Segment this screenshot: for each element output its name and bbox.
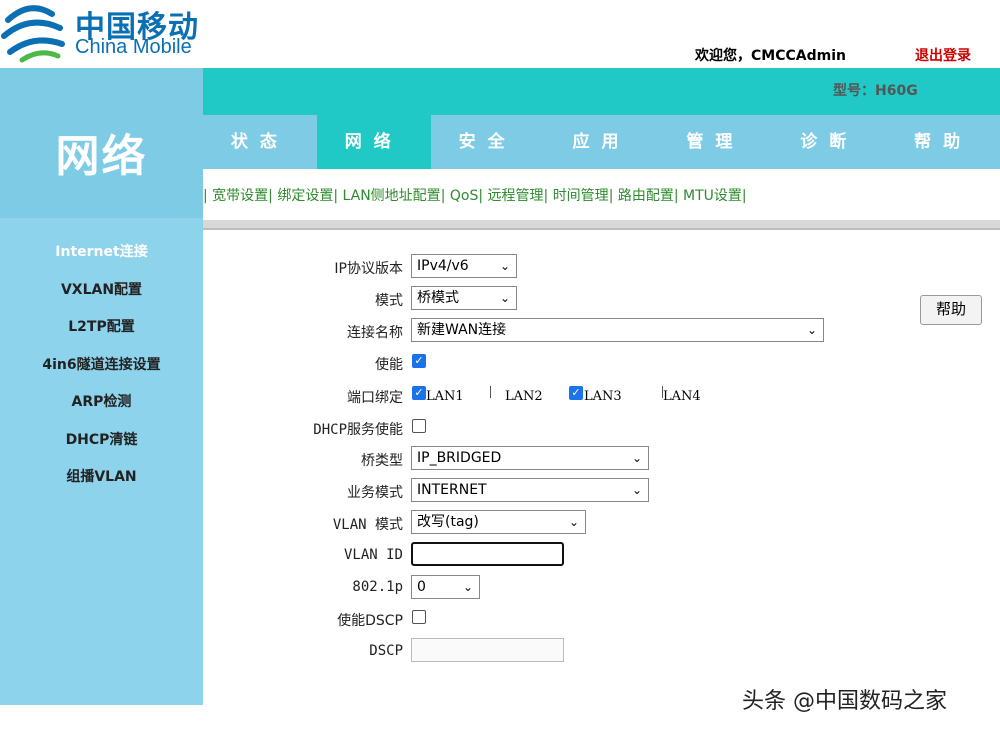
chevron-down-icon: ⌄ xyxy=(631,451,642,465)
tab-network[interactable]: 网络 xyxy=(316,115,431,169)
tab-diagnosis[interactable]: 诊断 xyxy=(772,115,886,169)
watermark: 头条 @中国数码之家 xyxy=(742,689,947,714)
subnav-broadband[interactable]: 宽带设置 xyxy=(212,188,268,204)
section-title: 网络 xyxy=(55,131,148,182)
welcome-text: 欢迎您，CMCCAdmin xyxy=(695,48,846,64)
mode-value: 桥模式 xyxy=(417,290,459,306)
subnav-route-config[interactable]: 路由配置 xyxy=(618,188,674,204)
sidebar-item-arp[interactable]: ARP检测 xyxy=(0,391,203,411)
vlan-id-label: VLAN ID xyxy=(343,547,403,563)
subnav-qos[interactable]: QoS xyxy=(450,188,478,204)
chevron-down-icon: ⌄ xyxy=(806,323,817,337)
dhcp-enable-checkbox[interactable] xyxy=(412,419,426,433)
sidebar: Internet连接 VXLAN配置 L2TP配置 4in6隧道连接设置 ARP… xyxy=(0,218,203,705)
chevron-down-icon: ⌄ xyxy=(499,291,510,305)
bridge-type-label: 桥类型 xyxy=(361,453,403,469)
8021p-value: 0 xyxy=(417,579,426,595)
vlan-mode-label: VLAN 模式 xyxy=(332,517,403,533)
model-label: 型号：H60G xyxy=(833,83,918,99)
lan1-checkbox[interactable]: ✓ xyxy=(412,386,426,400)
dscp-input[interactable] xyxy=(411,638,564,662)
port-binding-label: 端口绑定 xyxy=(347,390,403,406)
service-mode-value: INTERNET xyxy=(417,482,487,498)
chevron-down-icon: ⌄ xyxy=(631,483,642,497)
dhcp-enable-label: DHCP服务使能 xyxy=(313,422,403,438)
main-nav: 状态 网络 安全 应用 管理 诊断 帮助 xyxy=(203,115,1000,169)
tab-status[interactable]: 状态 xyxy=(203,115,317,169)
logo-text-en: China Mobile xyxy=(75,36,192,58)
lan4-label: LAN4 xyxy=(663,389,701,404)
chevron-down-icon: ⌄ xyxy=(499,259,510,273)
lan2-label: LAN2 xyxy=(505,389,543,404)
bridge-type-value: IP_BRIDGED xyxy=(417,450,502,466)
chevron-down-icon: ⌄ xyxy=(462,580,473,594)
logout-link[interactable]: 退出登录 xyxy=(915,45,971,65)
lan1-label: LAN1 xyxy=(426,389,464,404)
conn-name-select[interactable]: 新建WAN连接 ⌄ xyxy=(411,318,824,342)
subnav-binding[interactable]: 绑定设置 xyxy=(277,188,333,204)
tab-management[interactable]: 管理 xyxy=(658,115,772,169)
subnav-time-mgmt[interactable]: 时间管理 xyxy=(553,188,609,204)
lan3-label: LAN3 xyxy=(584,389,622,404)
ip-version-value: IPv4/v6 xyxy=(417,258,469,274)
vlan-mode-select[interactable]: 改写(tag) ⌄ xyxy=(411,510,586,534)
chevron-down-icon: ⌄ xyxy=(568,515,579,529)
divider-bar xyxy=(203,220,1000,230)
sidebar-item-dhcp[interactable]: DHCP清链 xyxy=(0,429,203,449)
subnav-lan-address[interactable]: LAN侧地址配置 xyxy=(343,188,441,204)
service-mode-select[interactable]: INTERNET ⌄ xyxy=(411,478,649,502)
lan2-checkbox[interactable] xyxy=(490,386,491,398)
mode-select[interactable]: 桥模式 ⌄ xyxy=(411,286,517,310)
enable-label: 使能 xyxy=(375,357,403,373)
mode-label: 模式 xyxy=(375,293,403,309)
sidebar-item-4in6[interactable]: 4in6隧道连接设置 xyxy=(0,354,203,374)
enable-checkbox[interactable]: ✓ xyxy=(412,354,426,368)
sidebar-item-internet[interactable]: Internet连接 xyxy=(0,241,203,261)
dscp-label: DSCP xyxy=(369,643,403,659)
service-mode-label: 业务模式 xyxy=(347,485,403,501)
conn-name-value: 新建WAN连接 xyxy=(417,322,507,338)
subnav-remote-mgmt[interactable]: 远程管理 xyxy=(488,188,544,204)
tab-help[interactable]: 帮助 xyxy=(886,115,1000,169)
8021p-select[interactable]: 0 ⌄ xyxy=(411,575,480,599)
bridge-type-select[interactable]: IP_BRIDGED ⌄ xyxy=(411,446,649,470)
sidebar-item-multicast-vlan[interactable]: 组播VLAN xyxy=(0,466,203,486)
help-button[interactable]: 帮助 xyxy=(920,295,982,325)
vlan-id-input[interactable] xyxy=(411,542,564,566)
tab-security[interactable]: 安全 xyxy=(431,115,545,169)
ip-version-label: IP协议版本 xyxy=(334,261,403,277)
8021p-label: 802.1p xyxy=(352,579,403,595)
ip-version-select[interactable]: IPv4/v6 ⌄ xyxy=(411,254,517,278)
lan3-checkbox[interactable]: ✓ xyxy=(569,386,583,400)
logo-icon xyxy=(1,5,65,63)
dscp-enable-label: 使能DSCP xyxy=(337,613,403,629)
sub-nav: | 宽带设置| 绑定设置| LAN侧地址配置| QoS| 远程管理| 时间管理|… xyxy=(203,188,747,204)
sidebar-item-l2tp[interactable]: L2TP配置 xyxy=(0,316,203,336)
tab-application[interactable]: 应用 xyxy=(545,115,659,169)
subnav-mtu[interactable]: MTU设置 xyxy=(683,188,742,204)
sidebar-item-vxlan[interactable]: VXLAN配置 xyxy=(0,279,203,299)
dscp-enable-checkbox[interactable] xyxy=(412,610,426,624)
conn-name-label: 连接名称 xyxy=(347,325,403,341)
vlan-mode-value: 改写(tag) xyxy=(417,514,479,530)
